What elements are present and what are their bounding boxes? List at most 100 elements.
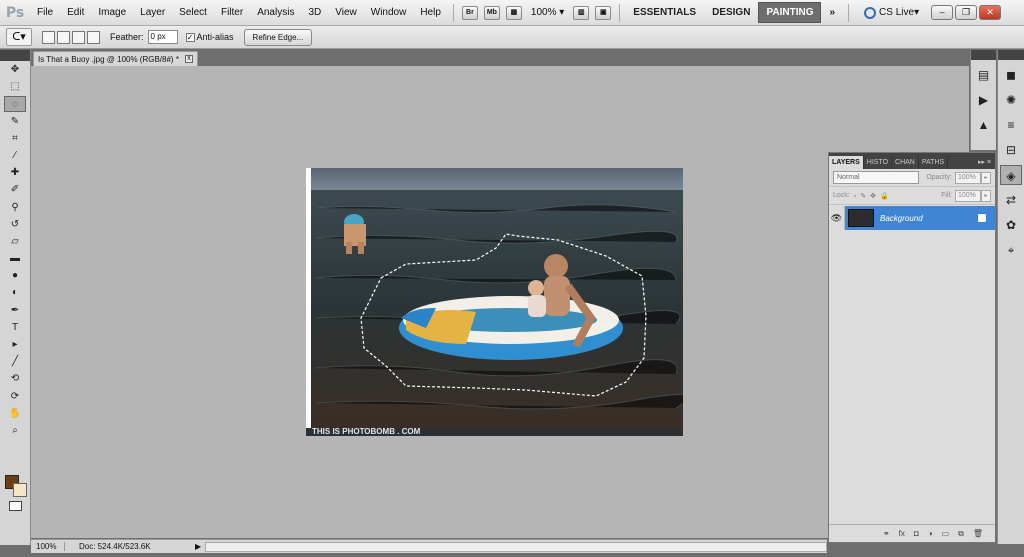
clone-stamp-tool-icon[interactable]: ⚲ [4,200,26,216]
zoom-tool-icon[interactable]: ⌕ [4,423,26,439]
tab-channels[interactable]: CHAN [892,156,919,169]
menu-filter[interactable]: Filter [214,7,250,18]
zoom-level-dropdown[interactable]: 100% ▾ [531,7,564,18]
path-selection-tool-icon[interactable]: ▸ [4,337,26,353]
document-image[interactable]: THIS IS PHOTOBOMB . COM [306,168,683,436]
minibridge-button[interactable]: Mb [483,5,500,20]
background-color-swatch[interactable] [13,483,27,497]
layers-panel-icon[interactable]: ◈ [1000,165,1022,185]
workspace-design[interactable]: DESIGN [704,7,758,18]
color-panel-icon[interactable]: ◼ [1000,65,1022,85]
add-to-selection-icon[interactable] [57,30,70,44]
eraser-tool-icon[interactable]: ▱ [4,234,26,250]
link-layers-icon[interactable]: ⚭ [883,529,890,538]
opacity-arrow-icon[interactable]: ▸ [981,171,991,184]
menu-3d[interactable]: 3D [301,7,328,18]
blend-mode-select[interactable]: Normal [833,171,919,184]
layer-lock-icon [978,214,986,222]
bridge-button[interactable]: Br [461,5,478,20]
document-tab[interactable]: Is That a Buoy .jpg @ 100% (RGB/8#) * x [33,51,198,66]
subtract-from-selection-icon[interactable] [72,30,85,44]
antialias-checkbox[interactable]: ✓ [185,32,195,42]
menu-analysis[interactable]: Analysis [250,7,301,18]
opacity-input[interactable]: 100% [955,171,981,184]
layer-row-background[interactable]: 👁 Background [829,206,995,230]
new-layer-icon[interactable]: ⧉ [958,529,964,539]
status-zoom[interactable]: 100% [31,542,65,551]
menu-select[interactable]: Select [172,7,214,18]
hand-tool-icon[interactable]: ✋ [4,406,26,422]
strip-grip[interactable] [971,50,996,60]
more-workspaces-button[interactable]: » [821,7,843,18]
adjustments-panel-icon[interactable]: ✺ [1000,90,1022,110]
quick-mask-icon[interactable] [9,501,22,511]
actions-panel-icon[interactable]: ▶ [973,90,995,110]
menu-image[interactable]: Image [91,7,133,18]
tab-layers[interactable]: LAYERS [829,156,864,169]
new-group-icon[interactable]: ▭ [942,529,950,538]
fill-input[interactable]: 100% [955,189,981,202]
screen-mode-button[interactable]: ▣ [595,5,612,20]
panel-menu-icon[interactable]: ▸▸ ≡ [948,156,995,169]
tab-history[interactable]: HISTO [864,156,893,169]
restore-button[interactable]: ❐ [955,5,978,20]
line-tool-icon[interactable]: ╱ [4,354,26,370]
layer-style-icon[interactable]: fx [899,529,905,538]
visibility-eye-icon[interactable]: 👁 [829,206,845,230]
menu-help[interactable]: Help [413,7,448,18]
arrange-documents-button[interactable]: ▥ [573,5,590,20]
horizontal-scrollbar[interactable] [205,541,827,552]
transform-panel-icon[interactable]: ⌖ [1000,240,1022,260]
history-brush-tool-icon[interactable]: ↺ [4,217,26,233]
move-tool-icon[interactable]: ✥ [4,62,26,78]
cs-live-menu[interactable]: CS Live ▾ [864,6,919,19]
3d-orbit-tool-icon[interactable]: ⟳ [4,389,26,405]
layer-name: Background [880,213,923,223]
status-menu-arrow[interactable]: ▶ [195,542,201,551]
quick-selection-tool-icon[interactable]: ✎ [4,114,26,130]
lasso-tool-preset-picker[interactable]: ᑕ▾ [6,28,32,46]
menu-file[interactable]: File [30,7,60,18]
feather-input[interactable]: 0 px [147,30,178,44]
menu-layer[interactable]: Layer [133,7,172,18]
brush-presets-icon[interactable]: ≡ [1000,115,1022,135]
paths-panel-icon[interactable]: ✿ [1000,215,1022,235]
layer-item[interactable]: Background [845,206,995,230]
close-button[interactable]: ✕ [979,5,1002,20]
workspace-painting[interactable]: PAINTING [758,2,822,23]
refine-edge-button[interactable]: Refine Edge... [243,28,313,46]
menu-edit[interactable]: Edit [60,7,91,18]
masks-panel-icon[interactable]: ⊟ [1000,140,1022,160]
lock-icons[interactable]: ▫✎✥🔒 [854,192,893,200]
brush-tool-icon[interactable]: ✐ [4,182,26,198]
type-tool-icon[interactable]: T [4,320,26,336]
intersect-selection-icon[interactable] [87,30,100,44]
menu-window[interactable]: Window [364,7,414,18]
fill-arrow-icon[interactable]: ▸ [981,189,991,202]
3d-rotate-tool-icon[interactable]: ⟲ [4,371,26,387]
marquee-tool-icon[interactable]: ⬚ [4,79,26,95]
tab-paths[interactable]: PATHS [919,156,949,169]
gradient-tool-icon[interactable]: ▬ [4,251,26,267]
crop-tool-icon[interactable]: ⌗ [4,131,26,147]
eyedropper-tool-icon[interactable]: ⁄ [4,148,26,164]
close-document-icon[interactable]: x [184,55,193,63]
blur-tool-icon[interactable]: ● [4,268,26,284]
menu-view[interactable]: View [328,7,364,18]
lasso-tool-icon[interactable]: ◌ [4,96,26,113]
healing-brush-tool-icon[interactable]: ✚ [4,165,26,181]
channels-panel-icon[interactable]: ⇄ [1000,190,1022,210]
tools-panel-grip[interactable] [0,50,30,61]
minibridge-panel-icon[interactable]: ▤ [973,65,995,85]
dodge-tool-icon[interactable]: ◐ [4,285,26,301]
adjustment-layer-icon[interactable]: ◑ [928,529,933,538]
delete-layer-icon[interactable]: 🗑 [973,529,983,538]
strip-grip[interactable] [998,50,1024,60]
histogram-panel-icon[interactable]: ▲ [973,115,995,135]
workspace-essentials[interactable]: ESSENTIALS [625,7,704,18]
pen-tool-icon[interactable]: ✒ [4,303,26,319]
new-selection-icon[interactable] [42,30,55,44]
layer-mask-icon[interactable]: ◘ [914,529,919,538]
minimize-button[interactable]: – [931,5,954,20]
view-extras-button[interactable]: ▦ [505,5,522,20]
